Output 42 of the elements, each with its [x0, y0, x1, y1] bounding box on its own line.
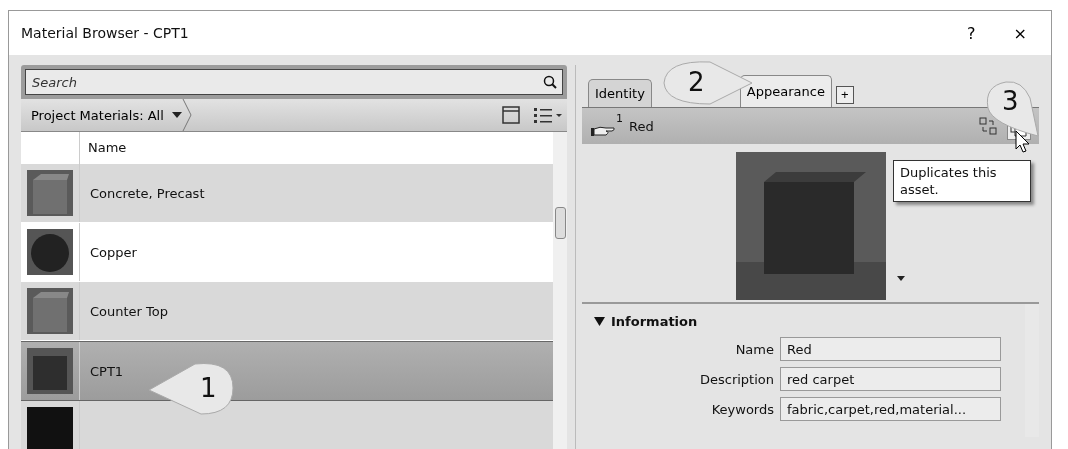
asset-count: 1 — [616, 112, 623, 125]
material-name: CPT1 — [89, 363, 124, 379]
swap-icon[interactable] — [979, 117, 997, 135]
material-thumbnail — [27, 170, 73, 216]
tab[interactable]: Identity — [588, 79, 652, 107]
material-thumbnail — [27, 348, 73, 394]
material-thumbnail — [27, 288, 73, 334]
expand-triangle-icon[interactable] — [594, 317, 605, 326]
input-field[interactable]: red carpet — [780, 367, 1001, 391]
scrollbar[interactable] — [1025, 304, 1039, 437]
field-label: Description — [698, 371, 774, 387]
help-button[interactable]: ? — [955, 23, 988, 43]
input-field[interactable]: fabric,carpet,red,material... — [780, 397, 1001, 421]
tab[interactable]: Appearance — [739, 75, 832, 107]
caret-icon — [171, 112, 182, 118]
column-header[interactable]: Name — [80, 132, 135, 164]
material-row[interactable]: Counter Top — [21, 282, 553, 341]
panel-icon[interactable] — [501, 105, 521, 125]
search-field[interactable]: Search — [25, 69, 563, 95]
chevron-icon — [181, 99, 192, 131]
material-row[interactable] — [21, 401, 553, 449]
asset-name: Red — [629, 118, 654, 134]
search-icon — [543, 75, 557, 89]
close-button[interactable]: × — [1001, 23, 1039, 43]
list-view-icon[interactable] — [533, 105, 563, 125]
material-name: Copper — [89, 244, 137, 260]
window-title: Material Browser - CPT1 — [21, 25, 190, 41]
add-tab-button[interactable]: + — [835, 86, 854, 104]
material-thumbnail — [27, 229, 73, 275]
scrollbar[interactable] — [553, 132, 567, 449]
field-label: Keywords — [710, 401, 774, 417]
section-title: Information — [611, 314, 698, 329]
material-row[interactable]: Concrete, Precast — [21, 164, 553, 223]
dropdown-caret-icon[interactable] — [897, 276, 905, 281]
material-thumbnail — [27, 407, 73, 449]
field-label: Name — [734, 341, 774, 357]
tooltip: Duplicates this asset. — [893, 160, 1031, 202]
material-name: Concrete, Precast — [89, 185, 205, 201]
pointer-icon — [1015, 130, 1031, 154]
input-field[interactable]: Red — [780, 337, 1001, 361]
material-row[interactable]: Copper — [21, 223, 553, 282]
material-name: Counter Top — [89, 303, 169, 319]
